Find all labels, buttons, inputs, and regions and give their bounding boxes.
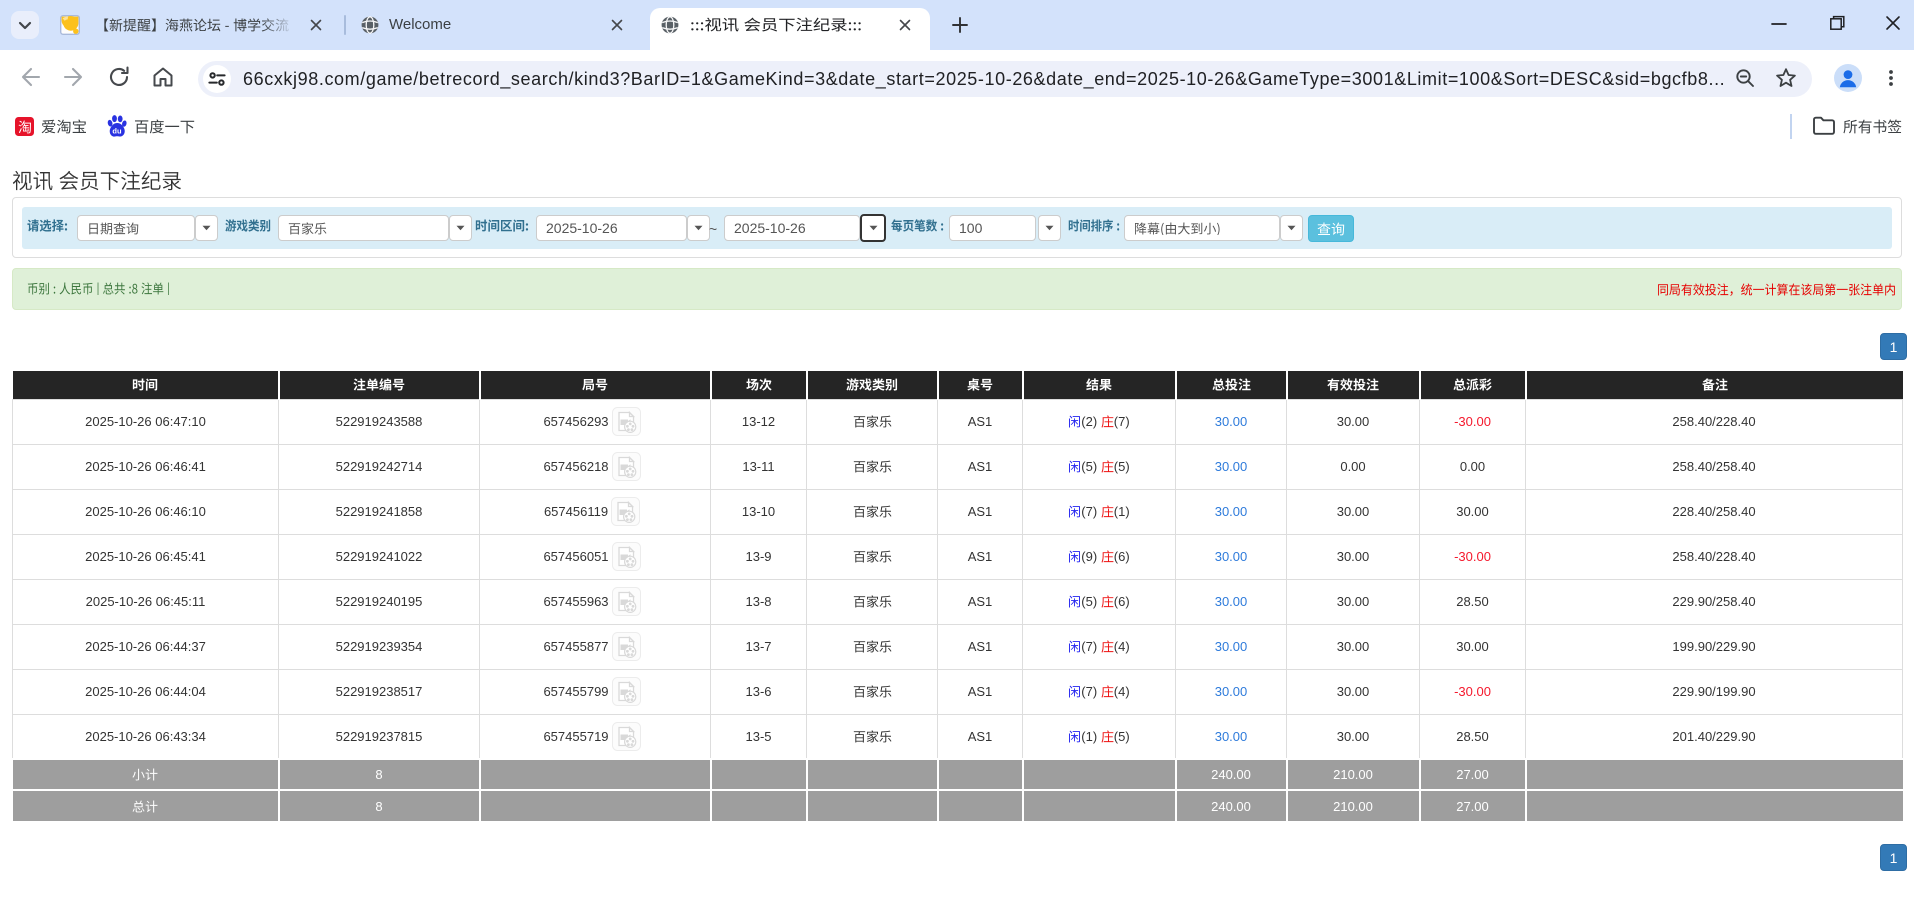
svg-text:du: du	[112, 127, 122, 136]
